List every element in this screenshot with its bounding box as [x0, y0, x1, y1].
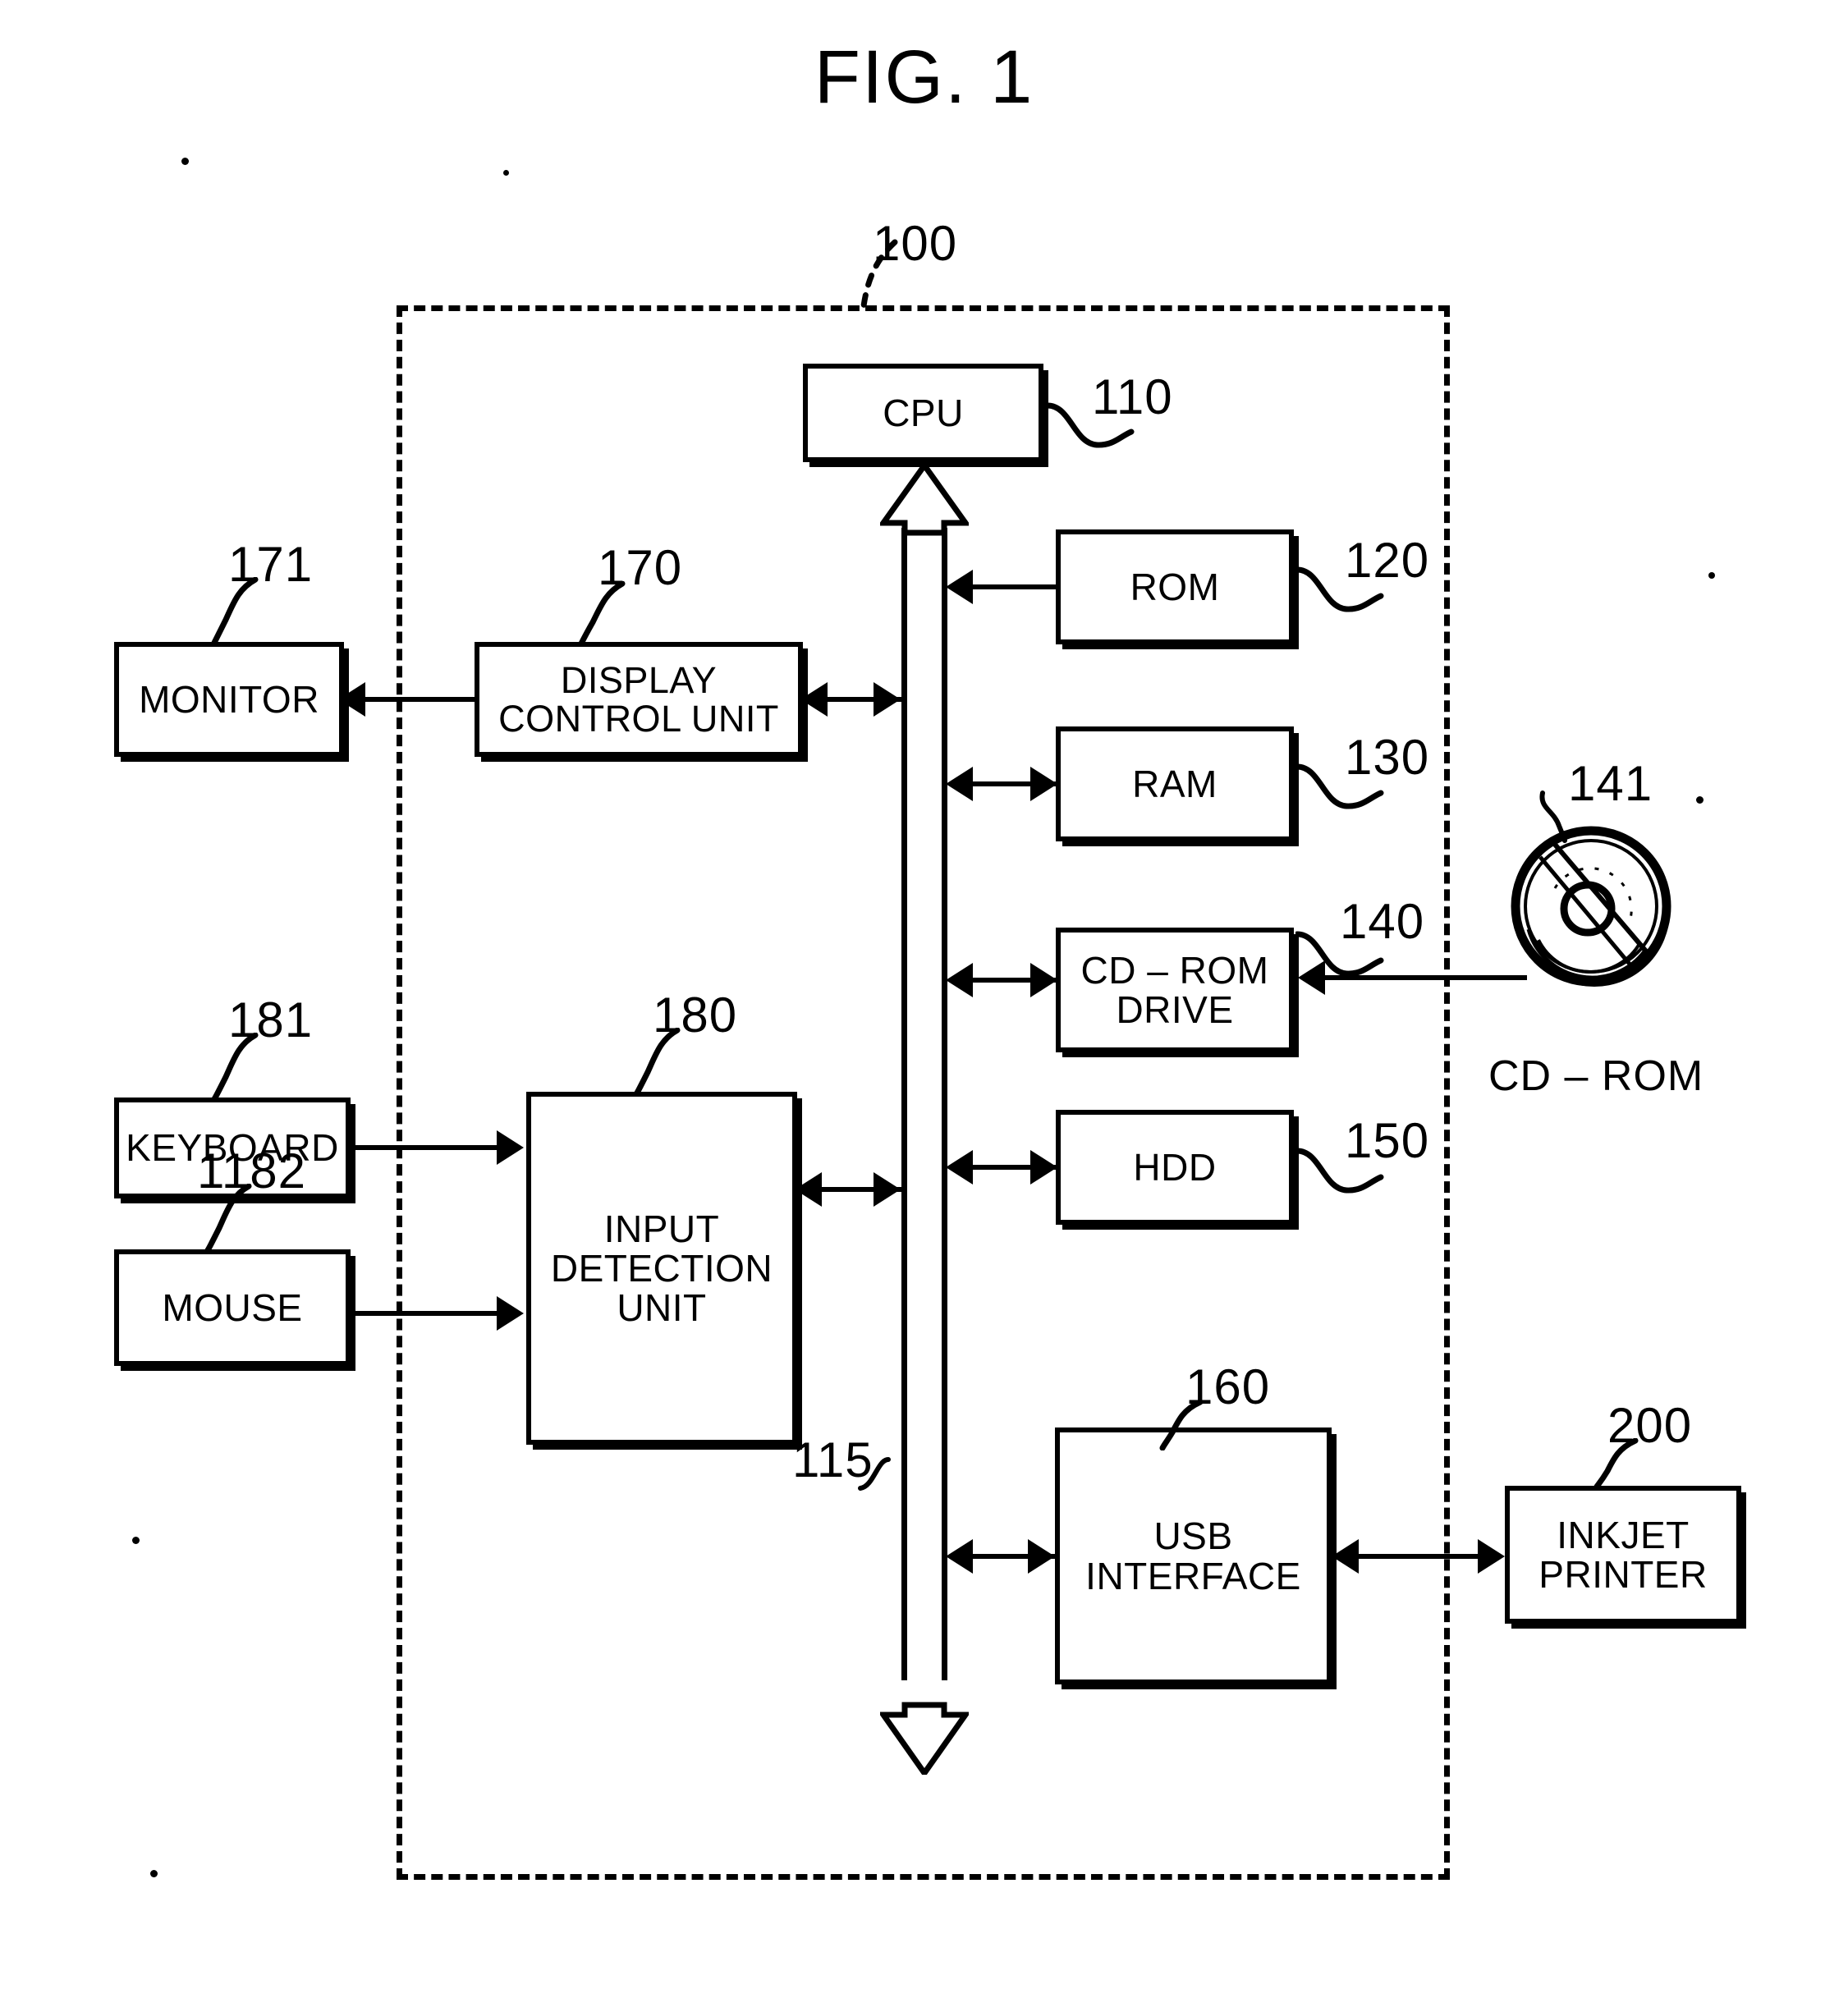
block-hdd-label: HDD — [1133, 1145, 1217, 1189]
bus-arrowheads — [880, 464, 969, 1775]
mouse-input-line — [349, 1311, 502, 1316]
block-input-label-1: INPUT — [603, 1207, 720, 1250]
block-usb-interface[interactable]: USB INTERFACE — [1055, 1427, 1332, 1684]
cdrom-bus-arrowhead — [946, 963, 973, 997]
block-rom-label: ROM — [1130, 565, 1220, 608]
display-monitor-line — [361, 697, 476, 702]
system-bus — [880, 464, 969, 1775]
block-input-label-2: DETECTION — [550, 1246, 773, 1290]
block-printer-label-2: PRINTER — [1538, 1553, 1708, 1596]
block-hdd[interactable]: HDD — [1056, 1110, 1294, 1225]
input-bus-arrowhead-right — [874, 1172, 901, 1207]
scan-speck — [181, 158, 189, 165]
ref-170: 170 — [598, 540, 683, 595]
block-monitor[interactable]: MONITOR — [114, 642, 344, 757]
input-bus-arrowhead-left — [795, 1172, 822, 1207]
usb-bus-arrowhead — [946, 1539, 973, 1574]
usb-in-arrowhead — [1028, 1539, 1055, 1574]
mouse-input-arrowhead — [497, 1296, 524, 1331]
scan-speck — [150, 1870, 158, 1877]
keyboard-input-line — [349, 1145, 502, 1150]
ref-181: 181 — [228, 992, 314, 1047]
ref-150: 150 — [1345, 1113, 1430, 1168]
ref-180: 180 — [653, 988, 738, 1043]
ref-130: 130 — [1345, 730, 1430, 785]
ram-bus-arrowhead — [946, 767, 973, 801]
block-usb-label-1: USB — [1153, 1515, 1233, 1558]
keyboard-input-arrowhead — [497, 1130, 524, 1165]
ref-110: 110 — [1092, 369, 1173, 424]
block-cpu[interactable]: CPU — [803, 364, 1043, 462]
ref-200: 200 — [1607, 1398, 1693, 1453]
scan-speck — [1696, 796, 1704, 804]
block-input-label-3: UNIT — [617, 1286, 707, 1330]
scan-speck — [132, 1537, 140, 1544]
cdrom-in-arrowhead — [1030, 963, 1057, 997]
bus-leader-line — [858, 1457, 891, 1491]
ref-171: 171 — [228, 537, 314, 592]
ref-1182: 1182 — [197, 1143, 307, 1198]
block-ram-label: RAM — [1132, 762, 1217, 805]
figure-canvas: FIG. 1 100 115 CPU 110 ROM 120 RAM 130 C… — [0, 0, 1848, 1998]
block-monitor-label: MONITOR — [139, 677, 319, 721]
block-inkjet-printer[interactable]: INKJET PRINTER — [1505, 1486, 1741, 1624]
cdrom-media-arrowhead — [1298, 960, 1325, 995]
ref-120: 120 — [1345, 533, 1430, 588]
hdd-bus-arrowhead — [946, 1150, 973, 1185]
block-printer-label-1: INKJET — [1557, 1513, 1690, 1556]
block-mouse-label: MOUSE — [162, 1285, 303, 1329]
block-display-label-1: DISPLAY — [560, 658, 718, 701]
figure-title: FIG. 1 — [814, 35, 1034, 119]
cdrom-media-line — [1323, 975, 1527, 980]
display-bus-arrowhead-left — [800, 682, 828, 717]
hdd-in-arrowhead — [1030, 1150, 1057, 1185]
ref-141: 141 — [1568, 756, 1653, 811]
usb-printer-arrowhead-left — [1332, 1539, 1359, 1574]
scan-speck — [1708, 572, 1715, 579]
cdrom-media-disc — [1509, 823, 1680, 997]
block-mouse[interactable]: MOUSE — [114, 1249, 351, 1366]
block-ram[interactable]: RAM — [1056, 726, 1294, 841]
usb-printer-arrowhead-right — [1478, 1539, 1505, 1574]
block-cdrom-drive-label-1: CD – ROM — [1080, 948, 1269, 992]
cdrom-media-caption: CD – ROM — [1488, 1052, 1704, 1100]
display-bus-arrowhead-right — [874, 682, 901, 717]
block-cdrom-drive[interactable]: CD – ROM DRIVE — [1056, 928, 1294, 1052]
block-display-control-unit[interactable]: DISPLAY CONTROL UNIT — [475, 642, 803, 757]
block-rom[interactable]: ROM — [1056, 529, 1294, 644]
ref-160: 160 — [1185, 1359, 1271, 1414]
block-cpu-label: CPU — [883, 391, 964, 434]
block-usb-label-2: INTERFACE — [1085, 1554, 1301, 1597]
ram-in-arrowhead — [1030, 767, 1057, 801]
scan-speck — [503, 170, 509, 176]
ref-140: 140 — [1340, 894, 1425, 949]
ref-100: 100 — [873, 216, 958, 271]
block-cdrom-drive-label-2: DRIVE — [1116, 988, 1234, 1031]
block-input-detection-unit[interactable]: INPUT DETECTION UNIT — [526, 1092, 797, 1445]
rom-bus-arrowhead — [946, 570, 973, 604]
block-display-label-2: CONTROL UNIT — [498, 698, 779, 740]
usb-printer-line — [1355, 1554, 1483, 1559]
rom-bus-line — [973, 584, 1058, 589]
